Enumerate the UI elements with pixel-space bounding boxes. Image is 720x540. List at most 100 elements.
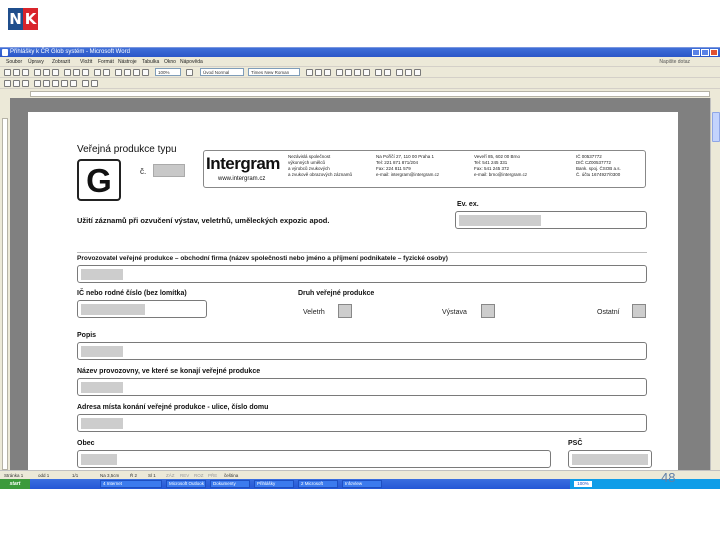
- print-icon[interactable]: [34, 69, 41, 76]
- menu-bar: Soubor Úpravy Zobrazit Vložit Formát Nás…: [0, 57, 720, 67]
- menu-nastroje[interactable]: Nástroje: [118, 57, 137, 67]
- spelling-icon[interactable]: [52, 69, 59, 76]
- menu-zobrazit[interactable]: Zobrazit: [52, 57, 70, 67]
- intergram-web: www.intergram.cz: [218, 176, 266, 182]
- form-title: Veřejná produkce typu: [77, 144, 177, 155]
- menu-vlozit[interactable]: Vložit: [80, 57, 92, 67]
- insert-table-icon[interactable]: [52, 80, 59, 87]
- adresa-field[interactable]: [77, 414, 647, 432]
- info-col-2: Na Poříčí 27, 110 00 Praha 1 Tel: 221 87…: [376, 154, 439, 178]
- info-text: Č. účtu 1674927/0300: [576, 172, 621, 177]
- ev-ex-field[interactable]: [455, 211, 647, 229]
- horizontal-ruler: [0, 90, 720, 98]
- type-letter: G: [86, 162, 112, 199]
- info-text: e-mail: brno@intergram.cz: [474, 172, 528, 177]
- provozovna-field[interactable]: [77, 378, 647, 396]
- save-icon[interactable]: [22, 69, 29, 76]
- preview-icon[interactable]: [43, 69, 50, 76]
- task-button[interactable]: Microsoft Outlook: [166, 480, 206, 488]
- menu-upravy[interactable]: Úpravy: [28, 57, 44, 67]
- number-label: č.: [140, 167, 147, 176]
- table-icon[interactable]: [115, 69, 122, 76]
- operator-label: Provozovatel veřejné produkce – obchodní…: [77, 255, 448, 262]
- divider: [77, 252, 647, 253]
- logo-letter-k: K: [23, 8, 38, 30]
- ostatni-checkbox[interactable]: [632, 304, 646, 318]
- underline-icon[interactable]: [324, 69, 331, 76]
- menu-napoveda[interactable]: Nápověda: [180, 57, 203, 67]
- align-right-icon[interactable]: [354, 69, 361, 76]
- task-button[interactable]: Přihlášky: [254, 480, 294, 488]
- insert-frame-icon[interactable]: [61, 80, 68, 87]
- document-page: Veřejná produkce typu G č. Intergram www…: [28, 112, 678, 472]
- logo-letter-n: N: [8, 8, 23, 30]
- paste-icon[interactable]: [82, 69, 89, 76]
- operator-field[interactable]: [77, 265, 647, 283]
- style-select[interactable]: Úvod Normal: [200, 68, 244, 76]
- word-window: Přihlášky k ČR Glob systém - Microsoft W…: [0, 47, 720, 489]
- paragraph-marks-icon[interactable]: [142, 69, 149, 76]
- scroll-thumb[interactable]: [712, 112, 720, 142]
- standard-toolbar: 100% Úvod Normal Times New Roman: [0, 67, 720, 78]
- drawing-icon[interactable]: [133, 69, 140, 76]
- text-field-icon[interactable]: [4, 80, 11, 87]
- redo-icon[interactable]: [103, 69, 110, 76]
- font-select[interactable]: Times New Roman: [248, 68, 300, 76]
- border-icon[interactable]: [396, 69, 403, 76]
- dropdown-field-icon[interactable]: [22, 80, 29, 87]
- help-icon[interactable]: [186, 69, 193, 76]
- info-text: e-mail: intergram@intergram.cz: [376, 172, 440, 177]
- taskbar: start 4 Internet Microsoft Outlook Dokum…: [0, 479, 720, 489]
- maximize-button[interactable]: [701, 49, 709, 56]
- bullets-icon[interactable]: [384, 69, 391, 76]
- psc-field[interactable]: [568, 450, 652, 468]
- vertical-scrollbar[interactable]: [710, 98, 720, 470]
- font-color-icon[interactable]: [414, 69, 421, 76]
- minimize-button[interactable]: [692, 49, 700, 56]
- ic-field[interactable]: [77, 300, 207, 318]
- field-options-icon[interactable]: [34, 80, 41, 87]
- open-icon[interactable]: [13, 69, 20, 76]
- task-button[interactable]: 4 Internet: [100, 480, 162, 488]
- help-question-box[interactable]: Napište dotaz: [659, 57, 690, 67]
- undo-icon[interactable]: [94, 69, 101, 76]
- menu-okno[interactable]: Okno: [164, 57, 176, 67]
- adresa-label: Adresa místa konání veřejné produkce - u…: [77, 404, 269, 411]
- draw-table-icon[interactable]: [43, 80, 50, 87]
- copy-icon[interactable]: [73, 69, 80, 76]
- status-bar: Stránka 1 odd 1 1/1 Na 3,5cm Ř 2 Sl 1 ZÁ…: [0, 470, 720, 479]
- checkbox-field-icon[interactable]: [13, 80, 20, 87]
- menu-format[interactable]: Formát: [98, 57, 114, 67]
- slide: N K Přihlášky k ČR Glob systém - Microso…: [0, 0, 720, 540]
- align-left-icon[interactable]: [336, 69, 343, 76]
- obec-field[interactable]: [77, 450, 551, 468]
- bold-icon[interactable]: [306, 69, 313, 76]
- tray-zoom: 100%: [574, 481, 592, 487]
- zoom-select[interactable]: 100%: [155, 68, 181, 76]
- vystava-checkbox[interactable]: [481, 304, 495, 318]
- new-doc-icon[interactable]: [4, 69, 11, 76]
- veletrh-checkbox[interactable]: [338, 304, 352, 318]
- start-button[interactable]: start: [0, 479, 30, 489]
- highlight-icon[interactable]: [405, 69, 412, 76]
- justify-icon[interactable]: [363, 69, 370, 76]
- cut-icon[interactable]: [64, 69, 71, 76]
- vystava-label: Výstava: [442, 309, 467, 316]
- provozovna-label: Název provozovny, ve které se konají veř…: [77, 368, 261, 375]
- task-button[interactable]: Dokumenty: [210, 480, 250, 488]
- task-button[interactable]: InfoView: [342, 480, 382, 488]
- number-field[interactable]: [153, 164, 185, 177]
- title-bar: Přihlášky k ČR Glob systém - Microsoft W…: [0, 48, 720, 57]
- menu-tabulka[interactable]: Tabulka: [142, 57, 159, 67]
- menu-soubor[interactable]: Soubor: [6, 57, 22, 67]
- reset-fields-icon[interactable]: [82, 80, 89, 87]
- align-center-icon[interactable]: [345, 69, 352, 76]
- numbering-icon[interactable]: [375, 69, 382, 76]
- italic-icon[interactable]: [315, 69, 322, 76]
- protect-form-icon[interactable]: [91, 80, 98, 87]
- field-shading-icon[interactable]: [70, 80, 77, 87]
- popis-field[interactable]: [77, 342, 647, 360]
- columns-icon[interactable]: [124, 69, 131, 76]
- close-button[interactable]: [710, 49, 718, 56]
- task-button[interactable]: 2 Microsoft: [298, 480, 338, 488]
